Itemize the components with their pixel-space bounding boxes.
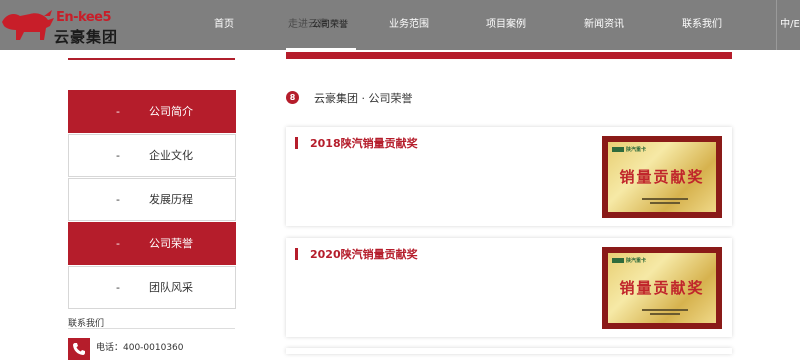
breadcrumb-icon: 8 xyxy=(286,91,299,104)
card-accent-bar xyxy=(295,248,298,260)
language-switch[interactable]: 中/E xyxy=(780,0,800,50)
top-nav-bar: En-kee5 云豪集团 首页 走进云豪 公司荣誉 业务范围 项目案例 新闻资讯… xyxy=(0,0,800,50)
plaque-footer-lines xyxy=(608,198,716,204)
plaque-footer-lines xyxy=(608,309,716,315)
sidebar-item-company-intro[interactable]: - 公司简介 xyxy=(68,90,236,133)
sidebar-item-label: 团队风采 xyxy=(149,281,193,294)
bull-logo-icon xyxy=(2,10,54,40)
sidebar-item-culture[interactable]: - 企业文化 xyxy=(68,134,236,177)
sidebar-top-line xyxy=(68,58,235,60)
sidebar-item-label: 企业文化 xyxy=(149,149,193,162)
award-plaque-image[interactable]: 陕汽重卡 销量贡献奖 xyxy=(602,136,722,218)
contact-phone: 电话：400-0010360 xyxy=(96,343,184,353)
honor-card[interactable]: 2018陕汽销量贡献奖 陕汽重卡 销量贡献奖 xyxy=(286,127,732,226)
nav-contact[interactable]: 联系我们 xyxy=(682,0,722,50)
sidebar-item-honors[interactable]: - 公司荣誉 xyxy=(68,222,236,265)
plaque-brand: 陕汽重卡 xyxy=(612,257,646,264)
sidebar-menu: - 公司简介 - 企业文化 - 发展历程 - 公司荣誉 - 团队风采 xyxy=(68,90,236,310)
content-top-bar xyxy=(286,52,732,59)
sidebar-dash: - xyxy=(116,105,120,118)
nav-news[interactable]: 新闻资讯 xyxy=(584,0,624,50)
sidebar-item-team[interactable]: - 团队风采 xyxy=(68,266,236,309)
breadcrumb: 云豪集团 · 公司荣誉 xyxy=(314,92,413,105)
sidebar-item-history[interactable]: - 发展历程 xyxy=(68,178,236,221)
plaque-award-text: 销量贡献奖 xyxy=(619,168,705,186)
sidebar-item-label: 发展历程 xyxy=(149,193,193,206)
nav-business[interactable]: 业务范围 xyxy=(389,0,429,50)
plaque-brand: 陕汽重卡 xyxy=(612,146,646,153)
plaque-award-text: 销量贡献奖 xyxy=(619,279,705,297)
award-plaque-image[interactable]: 陕汽重卡 销量贡献奖 xyxy=(602,247,722,329)
logo-chinese-text: 云豪集团 xyxy=(54,28,119,46)
card-accent-bar xyxy=(295,137,298,149)
nav-active-indicator xyxy=(286,48,356,50)
nav-home[interactable]: 首页 xyxy=(214,0,234,50)
honor-card[interactable]: 2020陕汽销量贡献奖 陕汽重卡 销量贡献奖 xyxy=(286,238,732,337)
logo-english-text: En-kee5 xyxy=(56,10,112,25)
sidebar-item-label: 公司荣誉 xyxy=(149,237,193,250)
logo[interactable]: En-kee5 云豪集团 xyxy=(0,0,140,50)
sidebar-dash: - xyxy=(116,193,120,206)
sidebar-dash: - xyxy=(116,149,120,162)
phone-icon-box xyxy=(68,338,90,360)
sidebar-dash: - xyxy=(116,281,120,294)
honor-title[interactable]: 2018陕汽销量贡献奖 xyxy=(310,135,418,151)
honor-card-next-edge xyxy=(286,348,732,354)
sidebar-dash: - xyxy=(116,237,120,250)
sidebar-item-label: 公司简介 xyxy=(149,105,193,118)
lang-divider xyxy=(776,0,777,50)
honor-title[interactable]: 2020陕汽销量贡献奖 xyxy=(310,246,418,262)
nav-cases[interactable]: 项目案例 xyxy=(486,0,526,50)
contact-divider xyxy=(68,328,235,329)
nav-about-submenu-overlay: 公司荣誉 xyxy=(311,20,349,30)
